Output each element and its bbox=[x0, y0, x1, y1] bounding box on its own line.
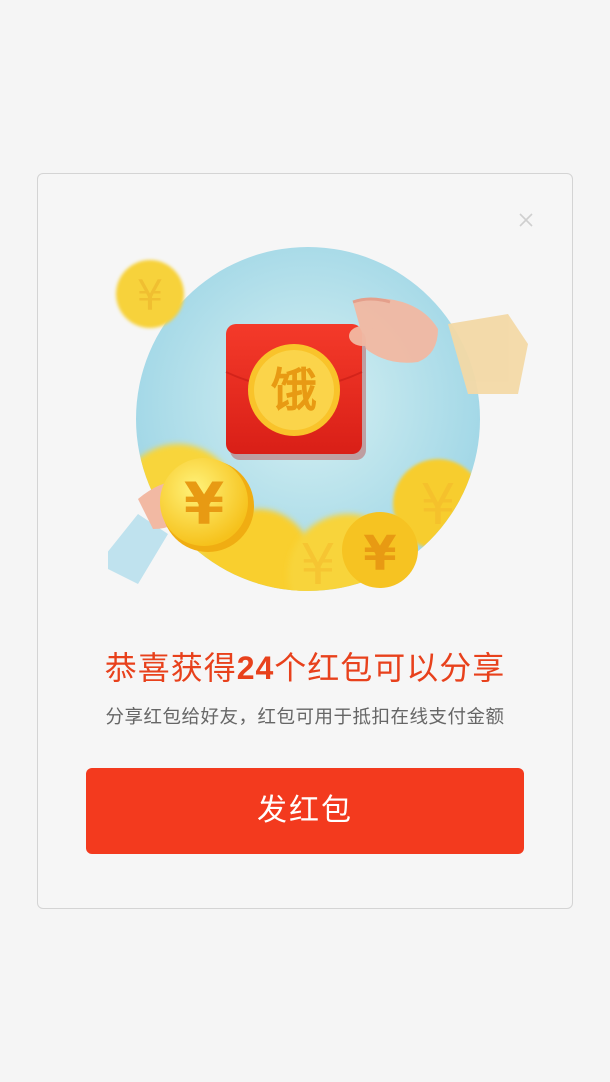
screen: ¥ ¥ ¥ 饿 ¥ ¥ 恭喜获得24个红包可以分享 分享红包给好友，红包可用于抵… bbox=[0, 0, 610, 1082]
svg-text:¥: ¥ bbox=[137, 271, 164, 320]
dialog-subtitle: 分享红包给好友，红包可用于抵扣在线支付金额 bbox=[105, 707, 505, 728]
title-prefix: 恭喜获得 bbox=[104, 649, 237, 687]
svg-text:¥: ¥ bbox=[300, 533, 336, 598]
dialog-title: 恭喜获得24个红包可以分享 bbox=[38, 644, 572, 692]
share-redpacket-dialog: ¥ ¥ ¥ 饿 ¥ ¥ 恭喜获得24个红包可以分享 分享红包给好友，红包可用于抵… bbox=[37, 173, 573, 909]
envelope-badge-char: 饿 bbox=[271, 363, 317, 417]
coin-yen-symbol: ¥ bbox=[184, 470, 224, 538]
send-redpacket-button[interactable]: 发红包 bbox=[86, 768, 524, 854]
title-suffix: 个红包可以分享 bbox=[274, 649, 506, 687]
red-envelope-illustration: ¥ ¥ ¥ 饿 ¥ ¥ bbox=[108, 247, 528, 598]
close-icon[interactable] bbox=[516, 210, 536, 230]
svg-text:¥: ¥ bbox=[420, 473, 456, 538]
svg-text:¥: ¥ bbox=[363, 526, 396, 582]
title-count: 24 bbox=[236, 650, 275, 686]
red-envelope: 饿 bbox=[225, 324, 366, 460]
